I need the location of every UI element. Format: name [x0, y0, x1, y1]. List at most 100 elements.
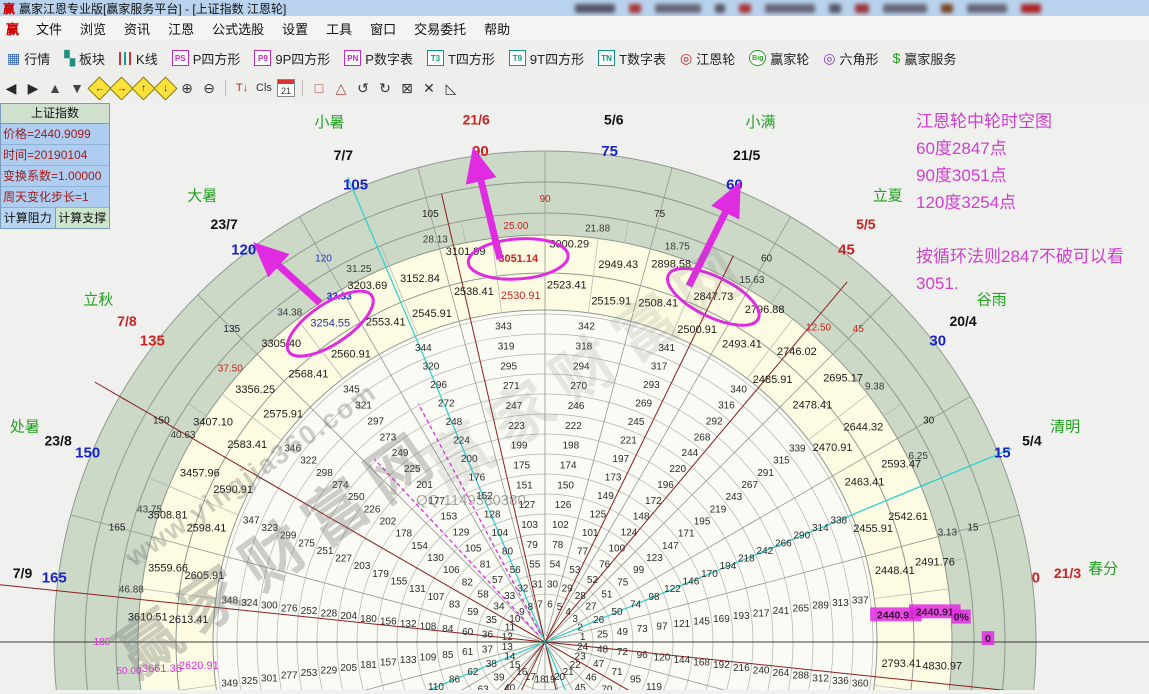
svg-text:2455.91: 2455.91 — [853, 523, 893, 535]
svg-text:2613.41: 2613.41 — [169, 614, 209, 626]
svg-text:245: 245 — [628, 417, 645, 428]
svg-text:100: 100 — [608, 543, 625, 554]
pointer-tool-button[interactable]: ◺ — [441, 78, 461, 98]
toolbar-button-赢家服务[interactable]: $赢家服务 — [886, 46, 964, 71]
svg-text:192: 192 — [713, 660, 730, 671]
svg-text:225: 225 — [404, 464, 421, 475]
svg-text:3305.40: 3305.40 — [261, 338, 301, 350]
menu-item-资讯[interactable]: 资讯 — [115, 17, 159, 40]
diamond-→-icon: → — [109, 76, 133, 100]
menu-item-窗口[interactable]: 窗口 — [361, 17, 405, 40]
toolbar-button-K线[interactable]: K线 — [112, 46, 165, 71]
svg-text:84: 84 — [442, 624, 454, 635]
menu-item-工具[interactable]: 工具 — [317, 17, 361, 40]
rect-tool-button[interactable]: □ — [309, 78, 329, 98]
svg-text:201: 201 — [416, 480, 433, 491]
menu-bar: 赢 文件浏览资讯江恩公式选股设置工具窗口交易委托帮助 — [0, 16, 1149, 41]
svg-text:198: 198 — [563, 441, 580, 452]
toolbar-label: 六角形 — [840, 49, 879, 68]
toolbar-button-P数字表[interactable]: PNP数字表 — [337, 46, 420, 71]
svg-text:59: 59 — [467, 607, 479, 618]
menu-item-江恩[interactable]: 江恩 — [159, 17, 203, 40]
app-logo-icon: 赢 — [3, 0, 15, 17]
drawing-toolbar: ◀▶▲▼←→↑↓⊕⊖ T↓Cls21 □△↺↻⊠✕◺ — [0, 76, 1149, 101]
toolbar-button-P四方形[interactable]: PSP四方形 — [165, 46, 248, 71]
svg-text:150: 150 — [75, 445, 100, 462]
svg-text:120: 120 — [315, 253, 332, 264]
zoom-out-button[interactable]: ⊖ — [199, 78, 219, 98]
toolbar-button-9T四方形[interactable]: T99T四方形 — [502, 46, 591, 71]
svg-text:360: 360 — [852, 679, 869, 690]
toolbar-button-T数字表[interactable]: TNT数字表 — [591, 46, 673, 71]
toolbar-button-行情[interactable]: ▦行情 — [0, 46, 57, 71]
svg-text:2796.88: 2796.88 — [745, 304, 785, 316]
calc-support-button[interactable]: 计算支撑 — [56, 208, 110, 228]
svg-text:343: 343 — [495, 322, 512, 333]
svg-text:317: 317 — [651, 362, 668, 373]
toolbar-button-板块[interactable]: ▚板块 — [57, 46, 112, 71]
svg-text:107: 107 — [428, 592, 445, 603]
svg-text:12.50: 12.50 — [806, 322, 831, 333]
svg-text:288: 288 — [792, 671, 809, 682]
page-left-button[interactable]: ◀ — [1, 78, 21, 98]
toolbar-button-六角形[interactable]: ◎六角形 — [816, 46, 885, 71]
svg-text:4830.97: 4830.97 — [922, 660, 962, 672]
svg-text:35: 35 — [486, 615, 498, 626]
toolbar-label: 江恩轮 — [696, 49, 735, 68]
svg-text:21/3: 21/3 — [1054, 565, 1081, 581]
menu-item-帮助[interactable]: 帮助 — [475, 17, 519, 40]
svg-text:339: 339 — [789, 443, 806, 454]
select-region-button[interactable]: ⊠ — [397, 78, 417, 98]
kline-icon — [119, 52, 132, 65]
svg-text:78: 78 — [552, 540, 564, 551]
menu-item-交易委托[interactable]: 交易委托 — [405, 17, 475, 40]
svg-text:108: 108 — [420, 622, 437, 633]
svg-text:2523.41: 2523.41 — [547, 280, 587, 292]
toolbar-button-T四方形[interactable]: T3T四方形 — [420, 46, 502, 71]
svg-text:3: 3 — [572, 614, 578, 625]
rotate-ccw-button[interactable]: ↺ — [353, 78, 373, 98]
pan-left-button[interactable]: ← — [89, 78, 109, 98]
svg-text:194: 194 — [720, 561, 737, 572]
toolbar-button-9P四方形[interactable]: P99P四方形 — [247, 46, 337, 71]
svg-text:2695.17: 2695.17 — [823, 372, 863, 384]
toolbar-label: T四方形 — [448, 49, 495, 68]
step-down-button[interactable]: ▼ — [67, 78, 87, 98]
pan-right-button[interactable]: → — [111, 78, 131, 98]
svg-text:3254.55: 3254.55 — [310, 318, 350, 330]
height-scale-button[interactable]: T↓ — [232, 78, 252, 98]
svg-text:346: 346 — [284, 443, 301, 454]
gann-wheel-icon: ◎ — [680, 51, 692, 65]
triangle-tool-button[interactable]: △ — [331, 78, 351, 98]
svg-text:200: 200 — [461, 454, 478, 465]
svg-text:40: 40 — [504, 683, 516, 690]
menu-item-文件[interactable]: 文件 — [27, 17, 71, 40]
svg-text:121: 121 — [673, 619, 690, 630]
calc-resistance-button[interactable]: 计算阻力 — [1, 208, 56, 228]
svg-text:135: 135 — [140, 333, 165, 350]
calendar-button[interactable]: 21 — [276, 78, 296, 98]
cls-button[interactable]: Cls — [254, 78, 274, 98]
zoom-in-button[interactable]: ⊕ — [177, 78, 197, 98]
toolbar-button-江恩轮[interactable]: ◎ 江恩轮 — [673, 46, 742, 71]
pan-down-button[interactable]: ↓ — [155, 78, 175, 98]
service-icon: $ — [893, 51, 901, 65]
svg-text:立秋: 立秋 — [83, 291, 113, 308]
rotate-cw-button[interactable]: ↻ — [375, 78, 395, 98]
step-up-button[interactable]: ▲ — [45, 78, 65, 98]
toolbar-label: P四方形 — [193, 49, 241, 68]
page-right-button[interactable]: ▶ — [23, 78, 43, 98]
svg-text:291: 291 — [757, 468, 774, 479]
svg-text:295: 295 — [500, 361, 517, 372]
menu-item-公式选股[interactable]: 公式选股 — [203, 17, 273, 40]
svg-text:大暑: 大暑 — [187, 187, 217, 204]
svg-text:2493.41: 2493.41 — [722, 338, 762, 350]
menu-item-浏览[interactable]: 浏览 — [71, 17, 115, 40]
svg-text:301: 301 — [261, 673, 278, 684]
quote-table-icon: ▦ — [7, 51, 20, 65]
toolbar-button-赢家轮[interactable]: Big赢家轮 — [742, 46, 816, 71]
svg-text:49: 49 — [617, 627, 629, 638]
pan-up-button[interactable]: ↑ — [133, 78, 153, 98]
shrink-button[interactable]: ✕ — [419, 78, 439, 98]
menu-item-设置[interactable]: 设置 — [273, 17, 317, 40]
